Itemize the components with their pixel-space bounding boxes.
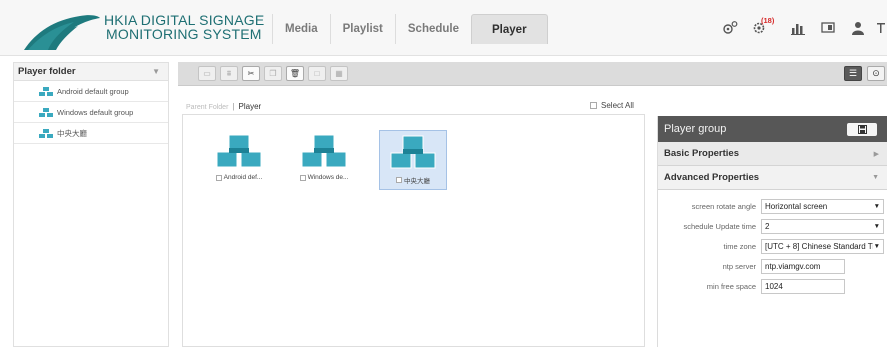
tile-name: 中央大廳: [404, 178, 430, 185]
breadcrumb-current: Player: [238, 102, 262, 111]
monitor-icon[interactable]: [815, 18, 841, 38]
tab-player[interactable]: Player: [471, 14, 548, 44]
app-title: HKIA DIGITAL SIGNAGE MONITORING SYSTEM: [104, 13, 264, 41]
breadcrumb: Parent Folder | Player: [186, 102, 261, 111]
screen-rotate-angle-select[interactable]: Horizontal screen ▼: [761, 198, 884, 214]
tab-playlist[interactable]: Playlist: [329, 14, 395, 44]
copy-icon[interactable]: ❐: [264, 66, 282, 81]
app-title-line2: MONITORING SYSTEM: [106, 26, 262, 42]
field-ntp-server: ntp server ntp.viamgv.com: [658, 256, 887, 276]
breadcrumb-separator: |: [232, 102, 235, 111]
alerts-badge: (18): [761, 16, 775, 25]
new-group-icon[interactable]: ⩩: [220, 66, 238, 81]
field-min-free-space: min free space 1024: [658, 276, 887, 296]
time-zone-select[interactable]: [UTC + 8] Chinese Standard Time▼: [761, 238, 884, 254]
panel-header: Player group: [658, 116, 887, 142]
tab-media[interactable]: Media: [272, 14, 330, 44]
cut-icon[interactable]: ✂: [242, 66, 260, 81]
properties-panel: Player group Basic Properties ▶ Advanced…: [657, 116, 887, 347]
select-all-label: Select All: [601, 101, 634, 110]
tile-label: Windows de...: [299, 174, 349, 181]
field-schedule-update-time: schedule Update time 2 ▼: [658, 216, 887, 236]
advanced-properties-form: screen rotate angle Horizontal screen ▼ s…: [658, 190, 887, 296]
chevron-down-icon[interactable]: ▼: [152, 67, 160, 76]
delete-icon[interactable]: 🗑: [286, 66, 304, 81]
player-folder-sidebar: Player folder ▼ Android default group Wi…: [13, 62, 169, 347]
sidebar-header[interactable]: Player folder ▼: [14, 63, 168, 81]
sidebar-item-windows-default-group[interactable]: Windows default group: [14, 102, 168, 123]
ntp-server-input[interactable]: ntp.viamgv.com: [761, 258, 845, 274]
select-all-checkbox[interactable]: [590, 102, 597, 109]
save-icon[interactable]: [847, 122, 877, 136]
more-icon[interactable]: [875, 18, 887, 38]
group-icon: [39, 128, 53, 138]
logo-swoosh-icon: [24, 15, 100, 50]
sidebar-item-android-default-group[interactable]: Android default group: [14, 81, 168, 102]
main-area: ▭ ⩩ ✂ ❐ 🗑 □ ▦ ☰ ⊙ Parent Folder | Player S…: [178, 62, 887, 347]
section-basic-properties[interactable]: Basic Properties ▶: [658, 142, 887, 166]
field-label: screen rotate angle: [691, 201, 756, 211]
app-title-line1: HKIA DIGITAL SIGNAGE: [104, 12, 265, 28]
tile-windows-default-group[interactable]: Windows de...: [290, 130, 358, 190]
tile-name: Android def...: [223, 174, 263, 181]
select-value: Horizontal screen: [765, 201, 828, 211]
schedule-update-time-select[interactable]: 2 ▼: [761, 218, 884, 234]
dropdown-arrow-icon: ▼: [873, 202, 880, 210]
field-screen-rotate-angle: screen rotate angle Horizontal screen ▼: [658, 196, 887, 216]
blank-icon[interactable]: □: [308, 66, 326, 81]
group-icon: [39, 86, 53, 96]
tile-name: Windows de...: [307, 174, 349, 181]
field-label: time zone: [723, 241, 756, 251]
group-icon: [216, 134, 262, 168]
section-advanced-properties[interactable]: Advanced Properties ▼: [658, 166, 887, 190]
sidebar-item-label: Android default group: [57, 86, 129, 96]
dropdown-arrow-icon: ▼: [873, 242, 880, 250]
min-free-space-input[interactable]: 1024: [761, 278, 845, 294]
tile-checkbox[interactable]: [215, 174, 222, 181]
tile-label: 中央大廳: [396, 175, 430, 185]
sidebar-item-label: Windows default group: [57, 107, 134, 117]
group-icon: [39, 107, 53, 117]
header-icons: (18): [713, 16, 887, 39]
breadcrumb-parent[interactable]: Parent Folder: [186, 104, 228, 111]
section-title: Advanced Properties: [664, 172, 760, 183]
sidebar-item-label: 中央大廳: [57, 128, 87, 138]
bar-chart-icon[interactable]: [785, 18, 811, 38]
sidebar-title: Player folder: [18, 66, 76, 77]
tile-checkbox[interactable]: [299, 174, 306, 181]
group-icon: [301, 134, 347, 168]
tile-checkbox[interactable]: [396, 177, 402, 183]
panel-title: Player group: [664, 123, 727, 135]
tile-central-hall[interactable]: 中央大廳: [379, 130, 447, 190]
grid-icon[interactable]: ▦: [330, 66, 348, 81]
chevron-down-icon: ▼: [872, 174, 879, 181]
main-nav: Media Playlist Schedule Player: [272, 14, 548, 44]
user-icon[interactable]: [845, 18, 871, 38]
new-folder-icon[interactable]: ▭: [198, 66, 216, 81]
sidebar-item-central-hall[interactable]: 中央大廳: [14, 123, 168, 144]
player-group-grid: Android def... Windows de... 中央大廳: [182, 114, 645, 347]
alerts-gear-icon[interactable]: (18): [747, 16, 781, 38]
field-label: ntp server: [722, 261, 756, 271]
field-time-zone: time zone [UTC + 8] Chinese Standard Tim…: [658, 236, 887, 256]
group-icon: [390, 135, 436, 169]
search-icon[interactable]: ⊙: [867, 66, 885, 81]
top-header: HKIA DIGITAL SIGNAGE MONITORING SYSTEM M…: [0, 0, 887, 56]
settings-gears-icon[interactable]: [717, 18, 743, 38]
field-label: min free space: [706, 281, 756, 291]
tile-android-default-group[interactable]: Android def...: [205, 130, 273, 190]
toolbar: ▭ ⩩ ✂ ❐ 🗑 □ ▦ ☰ ⊙: [178, 62, 887, 86]
select-value: 2: [765, 221, 770, 231]
list-view-icon[interactable]: ☰: [844, 66, 862, 81]
section-title: Basic Properties: [664, 148, 739, 159]
tab-schedule[interactable]: Schedule: [394, 14, 471, 44]
dropdown-arrow-icon: ▼: [873, 222, 880, 230]
chevron-right-icon: ▶: [873, 150, 879, 158]
select-all[interactable]: Select All: [590, 101, 634, 110]
field-label: schedule Update time: [683, 221, 756, 231]
tile-label: Android def...: [215, 174, 263, 181]
select-value: [UTC + 8] Chinese Standard Time: [765, 241, 873, 251]
